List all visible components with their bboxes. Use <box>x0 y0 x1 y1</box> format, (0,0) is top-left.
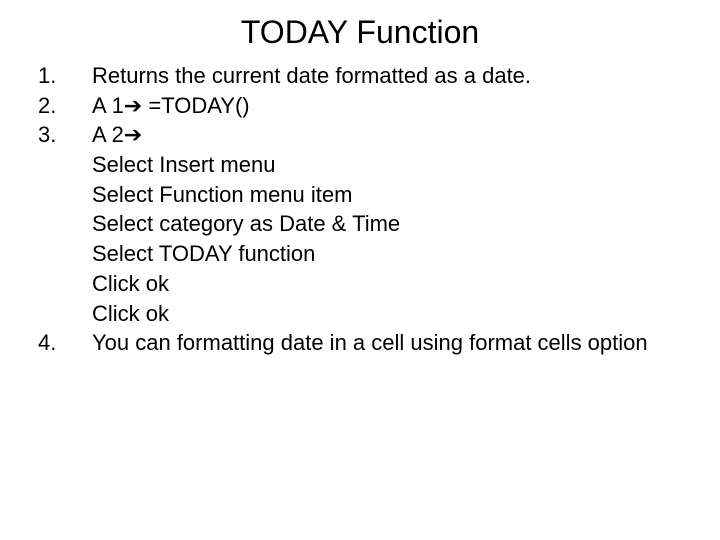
list-number-empty <box>38 239 92 269</box>
list-number: 4. <box>38 328 92 358</box>
list-text: You can formatting date in a cell using … <box>92 328 690 358</box>
list-number: 2. <box>38 91 92 121</box>
list-item: 1. Returns the current date formatted as… <box>38 61 690 91</box>
list-subitem: Select Insert menu <box>38 150 690 180</box>
list-text: Select Insert menu <box>92 150 690 180</box>
list-text: Click ok <box>92 299 690 329</box>
list-text: Select category as Date & Time <box>92 209 690 239</box>
list-item: 2. A 1➔ =TODAY() <box>38 91 690 121</box>
list-item: 3. A 2➔ <box>38 120 690 150</box>
list-subitem: Select category as Date & Time <box>38 209 690 239</box>
list-text: Click ok <box>92 269 690 299</box>
slide-body: 1. Returns the current date formatted as… <box>0 61 720 358</box>
list-text: A 2➔ <box>92 120 690 150</box>
list-number: 1. <box>38 61 92 91</box>
list-subitem: Click ok <box>38 299 690 329</box>
list-number-empty <box>38 209 92 239</box>
list-number-empty <box>38 269 92 299</box>
list-text: A 1➔ =TODAY() <box>92 91 690 121</box>
list-number: 3. <box>38 120 92 150</box>
list-subitem: Select Function menu item <box>38 180 690 210</box>
list-subitem: Select TODAY function <box>38 239 690 269</box>
slide: TODAY Function 1. Returns the current da… <box>0 0 720 540</box>
list-number-empty <box>38 180 92 210</box>
list-item: 4. You can formatting date in a cell usi… <box>38 328 690 358</box>
list-text: Select TODAY function <box>92 239 690 269</box>
slide-title: TODAY Function <box>0 0 720 61</box>
list-number-empty <box>38 299 92 329</box>
list-text: Select Function menu item <box>92 180 690 210</box>
list-text: Returns the current date formatted as a … <box>92 61 690 91</box>
list-number-empty <box>38 150 92 180</box>
list-subitem: Click ok <box>38 269 690 299</box>
